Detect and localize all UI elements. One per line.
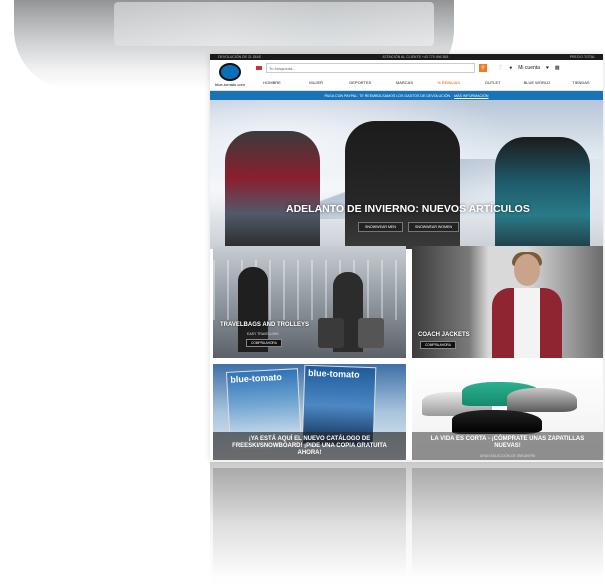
- search-input[interactable]: Tu búsqueda...: [266, 63, 475, 73]
- site-header: blue-tomato.com Tu búsqueda... ⚲ ❔ ● Mi …: [210, 60, 603, 91]
- header-right: Tu búsqueda... ⚲ ❔ ● Mi cuenta ♥ ▩ HOMBR…: [250, 61, 603, 89]
- nav-item-marcas[interactable]: MARCAS: [382, 80, 426, 85]
- hero-person-right: [495, 137, 590, 249]
- website-screenshot: DEVOLUCIÓN DE 21 DÍAS ATENCIÓN AL CLIENT…: [210, 54, 603, 460]
- search-row: Tu búsqueda... ⚲ ❔ ● Mi cuenta ♥ ▩: [250, 61, 603, 75]
- support-info: ATENCIÓN AL CLIENTE +43 775 496 365: [382, 55, 449, 59]
- tile-catalog[interactable]: blue-tomato blue-tomato ¡YA ESTÁ AQUÍ EL…: [213, 364, 406, 460]
- catalog-magazine-title: blue-tomato: [230, 372, 283, 385]
- total-price-info: PRECIO TOTAL: [569, 55, 595, 59]
- logo-icon: [219, 63, 241, 81]
- wishlist-icon[interactable]: ♥: [546, 65, 549, 71]
- tile-sneakers-title: LA VIDA ES CORTA - ¡CÓMPRATE UNAS ZAPATI…: [430, 436, 585, 449]
- background-screen-blur: [114, 2, 434, 46]
- tile-coach-jackets[interactable]: COACH JACKETS COMPRA AHORA: [412, 246, 603, 358]
- logo-text: blue-tomato.com: [215, 82, 245, 87]
- reflection-tile-right: [412, 468, 603, 578]
- sneaker-image: [452, 410, 542, 434]
- reflection-tile-left: [213, 468, 406, 578]
- sneakers-caption-band: LA VIDA ES CORTA - ¡CÓMPRATE UNAS ZAPATI…: [412, 432, 603, 460]
- trolley-bag: [318, 318, 344, 348]
- catalog-caption-band: ¡YA ESTÁ AQUÍ EL NUEVO CATÁLOGO DE FREES…: [213, 432, 406, 460]
- promo-link[interactable]: MÁS INFORMACIÓN: [454, 94, 488, 98]
- mirror-reflection: [210, 462, 603, 587]
- site-logo[interactable]: blue-tomato.com: [210, 60, 250, 90]
- travelbags-shop-button[interactable]: COMPRA AHORA: [246, 339, 282, 347]
- nav-item-hombre[interactable]: HOMBRE: [250, 80, 294, 85]
- snowwear-men-button[interactable]: SNOWWEAR MEN: [358, 222, 403, 232]
- nav-item-blue-world[interactable]: BLUE WORLD: [515, 80, 559, 85]
- hero-title: ADELANTO DE INVIERNO: NUEVOS ARTÍCULOS: [286, 203, 530, 215]
- snowwear-women-button[interactable]: SNOWWEAR WOMEN: [407, 222, 460, 232]
- main-nav: HOMBRE MUJER DEPORTES MARCAS % REBAJAS O…: [250, 75, 603, 89]
- sneaker-image: [507, 388, 577, 412]
- promo-text: PAGA CON PAYPAL: TE REEMBOLSAMOS LOS GAS…: [324, 93, 452, 98]
- nav-item-tiendas[interactable]: TIENDAS: [559, 80, 603, 85]
- returns-info: DEVOLUCIÓN DE 21 DÍAS: [218, 55, 261, 59]
- account-label[interactable]: Mi cuenta: [518, 65, 540, 71]
- model-figure: [492, 252, 562, 358]
- search-icon[interactable]: ⚲: [479, 64, 487, 72]
- trolley-bag: [358, 318, 384, 348]
- tile-travelbags-sub: EASY TRAVELLING: [247, 332, 279, 336]
- tile-travelbags[interactable]: TRAVELBAGS AND TROLLEYS EASY TRAVELLING …: [213, 246, 406, 358]
- hero-person-left: [225, 131, 320, 249]
- model-shirt: [514, 288, 540, 358]
- tile-sneakers[interactable]: LA VIDA ES CORTA - ¡CÓMPRATE UNAS ZAPATI…: [412, 364, 603, 460]
- account-icon[interactable]: ●: [509, 65, 512, 71]
- hero-buttons: SNOWWEAR MEN SNOWWEAR WOMEN: [358, 222, 460, 232]
- tile-coach-title: COACH JACKETS: [418, 332, 470, 338]
- nav-item-outlet[interactable]: OUTLET: [471, 80, 515, 85]
- model-head: [514, 254, 540, 286]
- help-icon[interactable]: ❔: [497, 65, 503, 71]
- nav-item-deportes[interactable]: DEPORTES: [338, 80, 382, 85]
- tile-sneakers-sub: GRAN SELECCIÓN DE SNEAKERS: [479, 454, 536, 458]
- promo-banner: PAGA CON PAYPAL: TE REEMBOLSAMOS LOS GAS…: [210, 91, 603, 100]
- coach-shop-button[interactable]: COMPRA AHORA: [420, 341, 456, 349]
- catalog-magazine-title: blue-tomato: [307, 367, 360, 380]
- hero-banner[interactable]: ADELANTO DE INVIERNO: NUEVOS ARTÍCULOS S…: [210, 100, 603, 249]
- nav-item-mujer[interactable]: MUJER: [294, 80, 338, 85]
- cart-icon[interactable]: ▩: [555, 65, 560, 71]
- country-flag-icon[interactable]: [256, 66, 262, 70]
- tile-travelbags-title: TRAVELBAGS AND TROLLEYS: [220, 322, 310, 328]
- header-icons: ❔ ● Mi cuenta ♥ ▩: [497, 65, 560, 71]
- nav-item-rebajas[interactable]: % REBAJAS: [427, 80, 471, 85]
- tile-catalog-title: ¡YA ESTÁ AQUÍ EL NUEVO CATÁLOGO DE FREES…: [232, 436, 387, 456]
